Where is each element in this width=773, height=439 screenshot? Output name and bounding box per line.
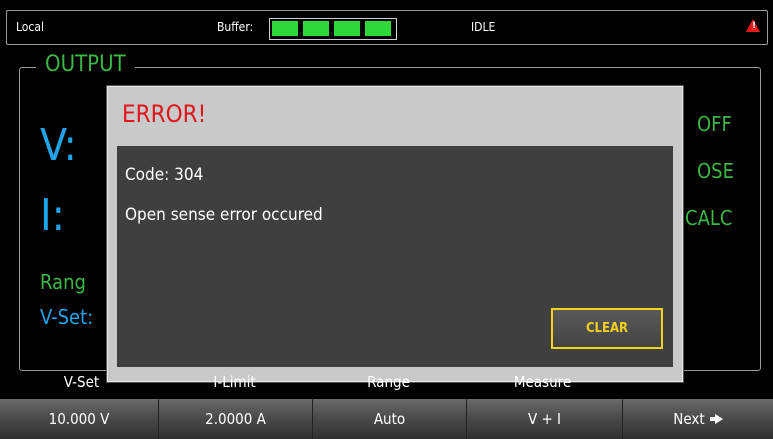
- next-label: Next: [673, 410, 705, 428]
- softkey-label-vset: V-Set: [63, 373, 100, 391]
- ilimit-softkey[interactable]: 2.0000 A: [159, 399, 313, 439]
- error-dialog: ERROR! Code: 304 Open sense error occure…: [107, 86, 683, 382]
- softkey-labels: V-Set I-Limit Range Measure: [0, 371, 773, 397]
- measure-softkey[interactable]: V + I: [467, 399, 623, 439]
- buffer-label: Buffer:: [217, 20, 254, 34]
- buffer-segment: [303, 21, 329, 36]
- output-title: OUTPUT: [36, 51, 135, 79]
- output-off-indicator: OFF: [697, 112, 732, 136]
- warning-triangle-icon[interactable]: !: [746, 19, 760, 32]
- dialog-title: ERROR!: [122, 100, 207, 128]
- next-softkey[interactable]: Next: [623, 399, 773, 439]
- error-message: Open sense error occured: [125, 205, 323, 225]
- error-code: Code: 304: [125, 165, 204, 185]
- vset-softkey[interactable]: 10.000 V: [0, 399, 159, 439]
- state-indicator: IDLE: [471, 20, 496, 34]
- softkey-label-ilimit: I-Limit: [213, 373, 256, 391]
- arrow-head: [714, 414, 723, 424]
- range-softkey[interactable]: Auto: [313, 399, 467, 439]
- ose-indicator: OSE: [697, 159, 734, 183]
- current-label: I:: [40, 190, 66, 241]
- softkey-bar: 10.000 V 2.0000 A Auto V + I Next: [0, 399, 773, 439]
- clear-button[interactable]: CLEAR: [551, 308, 663, 349]
- buffer-segment: [272, 21, 298, 36]
- range-label: Rang: [40, 270, 86, 294]
- vset-label: V-Set:: [40, 305, 94, 329]
- buffer-segment: [334, 21, 360, 36]
- buffer-segment: [365, 21, 391, 36]
- voltage-label: V:: [40, 120, 77, 171]
- softkey-label-range: Range: [367, 373, 410, 391]
- status-bar: Local Buffer: IDLE !: [6, 10, 768, 45]
- mode-indicator[interactable]: Local: [16, 20, 44, 34]
- buffer-indicator[interactable]: [269, 18, 397, 40]
- calc-indicator: CALC: [685, 206, 733, 230]
- softkey-label-measure: Measure: [513, 373, 572, 391]
- dialog-body: Code: 304 Open sense error occured CLEAR: [117, 146, 673, 367]
